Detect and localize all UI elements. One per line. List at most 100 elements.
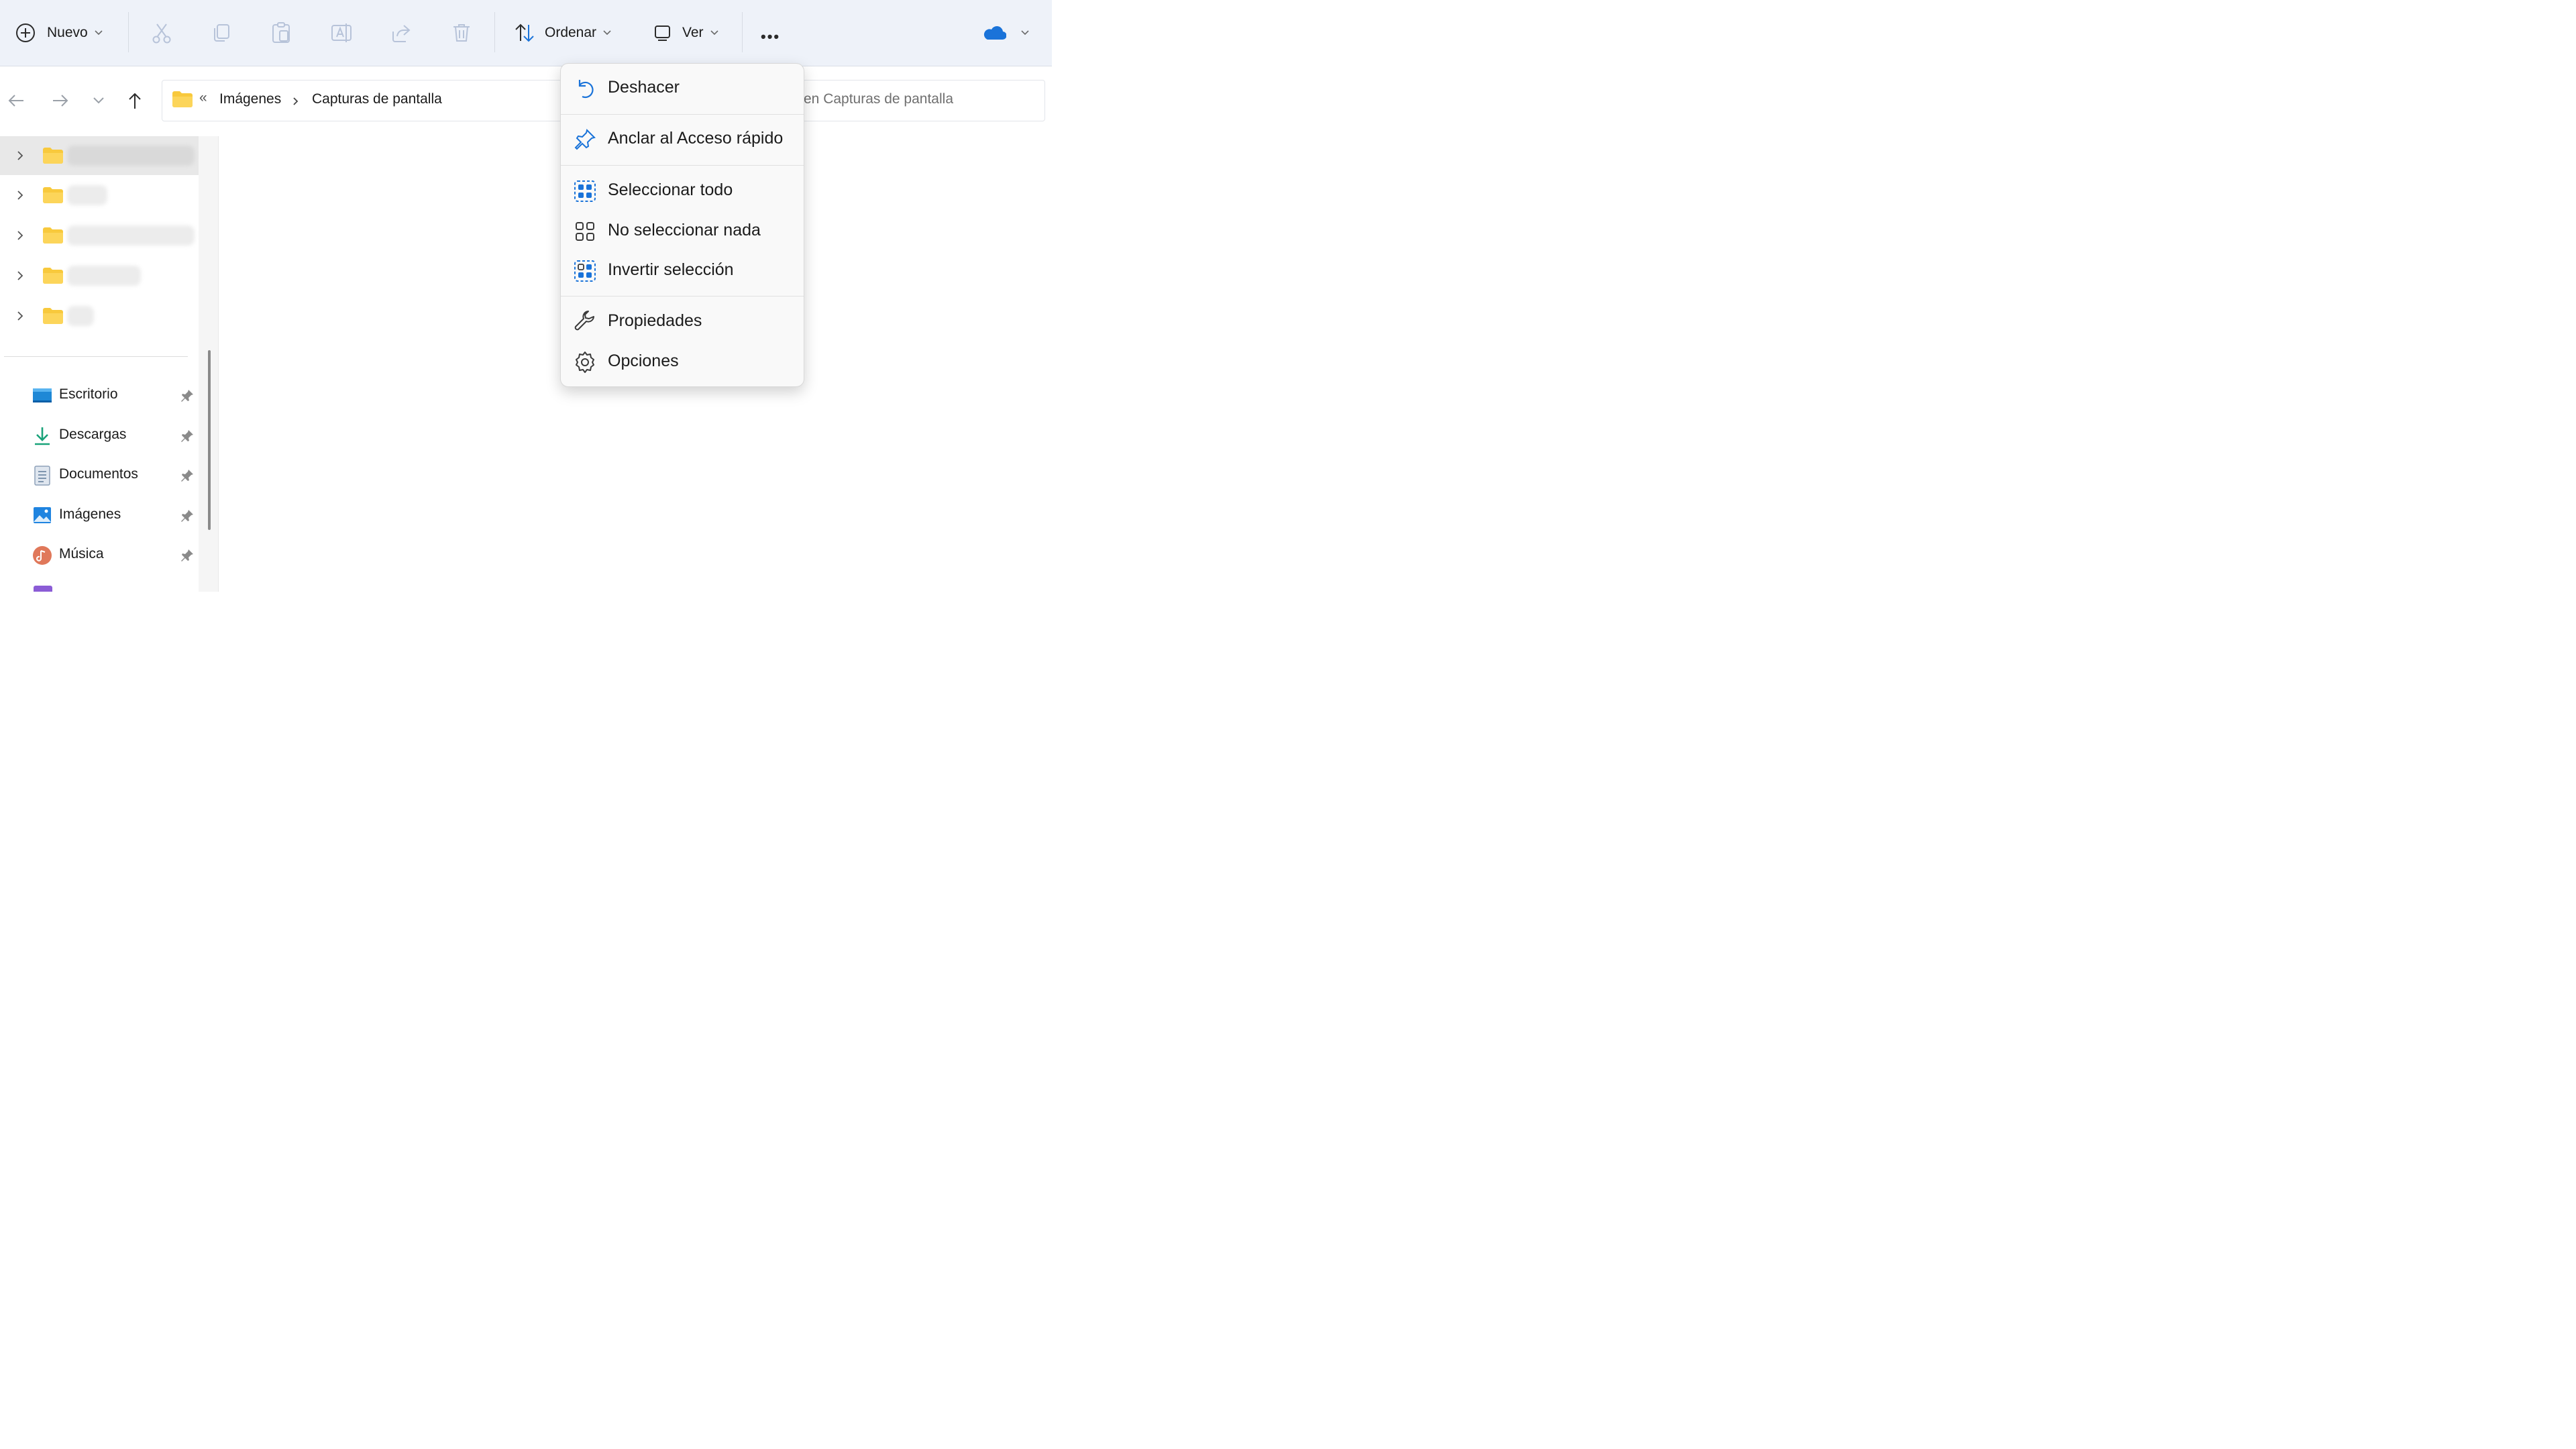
up-button[interactable] — [125, 91, 144, 110]
tree-item-folder[interactable] — [0, 176, 199, 215]
forward-button[interactable] — [51, 91, 70, 110]
arrow-up-icon — [125, 91, 144, 110]
rename-button[interactable] — [330, 16, 353, 50]
menu-item-label: Invertir selección — [608, 260, 734, 279]
paste-button[interactable] — [270, 16, 292, 50]
more-icon: ••• — [761, 28, 781, 45]
copy-icon — [211, 22, 232, 44]
more-options-button[interactable]: ••• — [761, 20, 780, 54]
tree-item-folder[interactable] — [0, 136, 199, 175]
documents-icon — [34, 466, 50, 486]
cut-icon — [150, 21, 173, 44]
menu-item-label: Seleccionar todo — [608, 180, 733, 199]
videos-icon — [34, 586, 52, 592]
menu-item-label: Propiedades — [608, 311, 702, 330]
recent-locations-button[interactable] — [93, 97, 105, 105]
music-icon — [32, 545, 52, 566]
folder-icon — [42, 227, 64, 244]
rename-icon — [330, 21, 353, 44]
chevron-down-icon — [93, 97, 105, 105]
menu-item-pin-quick-access[interactable]: Anclar al Acceso rápido — [560, 121, 804, 157]
chevron-right-icon[interactable] — [16, 270, 24, 281]
plus-circle-icon — [15, 22, 36, 44]
pictures-icon — [33, 506, 52, 524]
chevron-right-icon[interactable] — [292, 97, 299, 106]
menu-item-options[interactable]: Opciones — [560, 343, 804, 380]
select-all-icon — [574, 180, 596, 203]
pin-icon[interactable] — [180, 548, 195, 563]
new-button[interactable]: Nuevo — [15, 16, 103, 50]
toolbar-separator — [128, 12, 129, 52]
menu-item-invert-selection[interactable]: Invertir selección — [560, 252, 804, 288]
sidebar-item-pictures[interactable]: Imágenes — [0, 499, 201, 533]
sidebar-item-documents[interactable]: Documentos — [0, 459, 201, 492]
blurred-folder-name — [67, 306, 94, 326]
breadcrumb-images[interactable]: Imágenes — [219, 91, 281, 107]
chevron-right-icon[interactable] — [16, 150, 24, 161]
pin-icon[interactable] — [180, 388, 195, 403]
sidebar-item-label: Descargas — [59, 427, 127, 442]
chevron-right-icon[interactable] — [16, 230, 24, 241]
chevron-right-icon[interactable] — [16, 311, 24, 321]
desktop-icon — [32, 387, 52, 405]
tree-item-folder[interactable] — [0, 256, 199, 295]
copy-button[interactable] — [211, 16, 232, 50]
pin-icon[interactable] — [180, 468, 195, 483]
chevron-down-icon — [1021, 30, 1029, 36]
onedrive-button[interactable] — [982, 16, 1029, 50]
sort-button-label: Ordenar — [545, 25, 597, 40]
new-button-label: Nuevo — [47, 25, 88, 40]
sidebar-scrollbar-thumb[interactable] — [208, 350, 211, 530]
share-icon — [390, 22, 412, 44]
blurred-folder-name — [67, 266, 141, 286]
sidebar-item-label: Música — [59, 546, 104, 561]
wrench-icon — [574, 311, 596, 333]
pin-icon[interactable] — [180, 429, 195, 443]
view-button-label: Ver — [682, 25, 704, 40]
sidebar-item-desktop[interactable]: Escritorio — [0, 379, 201, 413]
sort-icon — [514, 22, 537, 44]
invert-selection-icon — [574, 260, 596, 282]
menu-separator — [561, 165, 804, 166]
menu-item-select-none[interactable]: No seleccionar nada — [560, 213, 804, 249]
view-icon — [654, 24, 672, 42]
sidebar-item-label: Documentos — [59, 466, 138, 482]
share-button[interactable] — [390, 16, 412, 50]
pin-icon — [574, 128, 596, 151]
tree-item-folder[interactable] — [0, 297, 199, 335]
delete-button[interactable] — [451, 16, 472, 50]
back-button[interactable] — [7, 91, 25, 110]
tree-item-folder[interactable] — [0, 216, 199, 255]
delete-icon — [451, 22, 472, 44]
menu-item-select-all[interactable]: Seleccionar todo — [560, 172, 804, 209]
arrow-left-icon — [7, 91, 25, 110]
sidebar-divider — [4, 356, 188, 357]
breadcrumb-screenshots[interactable]: Capturas de pantalla — [312, 91, 442, 107]
sidebar-item-music[interactable]: Música — [0, 539, 201, 572]
onedrive-icon — [982, 25, 1006, 41]
folder-icon — [42, 307, 64, 325]
sidebar-item-label: Escritorio — [59, 386, 118, 402]
pin-icon[interactable] — [180, 508, 195, 523]
select-none-icon — [574, 220, 596, 243]
paste-icon — [270, 21, 292, 44]
chevron-down-icon — [603, 30, 611, 36]
menu-separator — [561, 114, 804, 115]
search-input[interactable]: en Capturas de pantalla — [804, 91, 953, 107]
breadcrumb-overflow[interactable]: « — [199, 90, 207, 106]
sort-button[interactable]: Ordenar — [514, 16, 611, 50]
chevron-down-icon — [710, 30, 718, 36]
blurred-folder-name — [67, 225, 195, 246]
sidebar-item-downloads[interactable]: Descargas — [0, 419, 201, 453]
download-icon — [34, 426, 51, 446]
menu-item-label: Opciones — [608, 352, 679, 370]
chevron-right-icon[interactable] — [16, 190, 24, 201]
blurred-folder-name — [67, 146, 195, 166]
view-button[interactable]: Ver — [654, 16, 718, 50]
folder-icon — [42, 186, 64, 204]
cut-button[interactable] — [150, 16, 173, 50]
menu-item-undo[interactable]: Deshacer — [560, 70, 804, 106]
menu-item-properties[interactable]: Propiedades — [560, 303, 804, 339]
folder-icon — [42, 267, 64, 284]
toolbar-separator — [494, 12, 495, 52]
